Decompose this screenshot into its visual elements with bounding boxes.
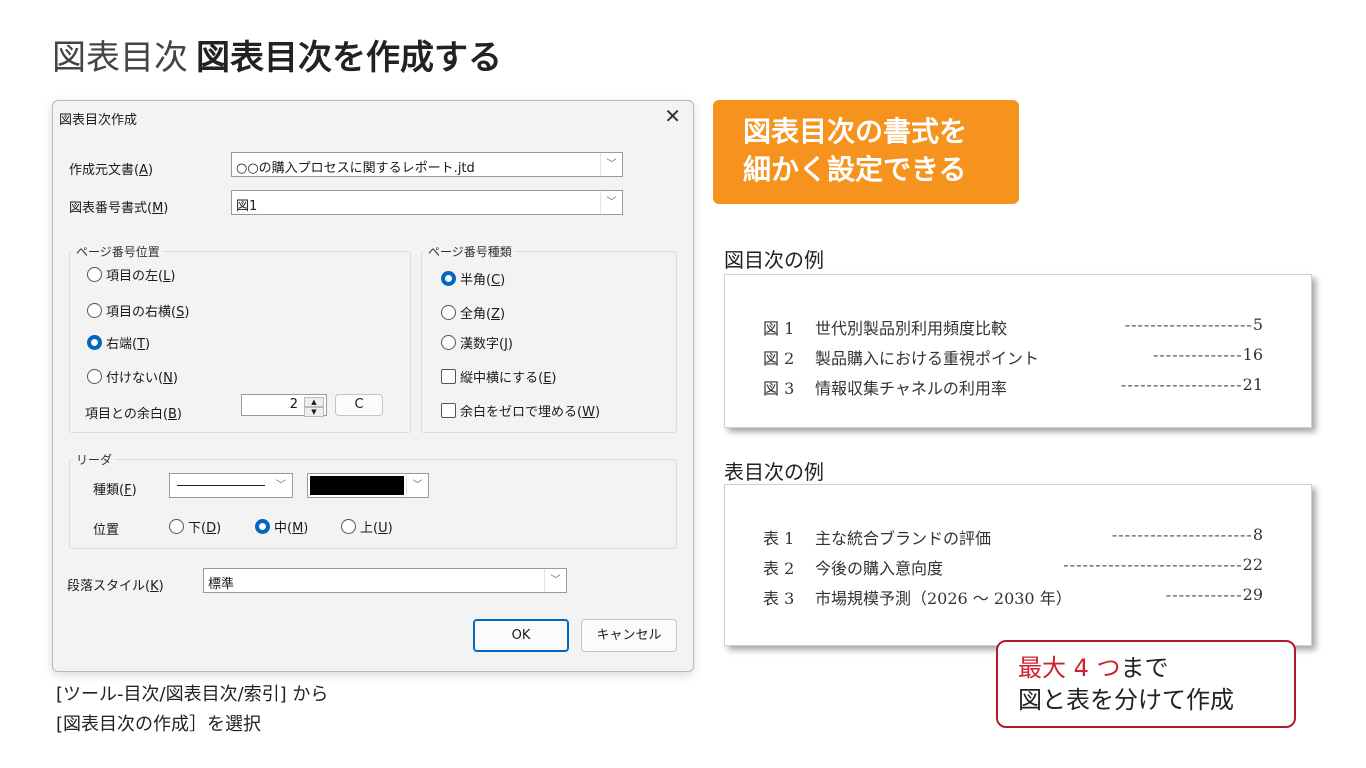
toc-row: 図 2 製品購入における重視ポイント -------------- 16	[763, 345, 1263, 368]
callout-red-line-1: 最大 4 つまで	[1018, 654, 1169, 682]
radio-leader-top[interactable]: 上(U)	[341, 517, 393, 536]
radio-icon	[169, 519, 184, 534]
dialog-title: 図表目次作成	[59, 113, 138, 128]
checkbox-tatechuyoko[interactable]: 縦中横にする(E)	[441, 367, 557, 386]
radio-leader-middle[interactable]: 中(M)	[255, 517, 308, 536]
source-doc-value: ○○の購入プロセスに関するレポート.jtd	[236, 161, 475, 176]
chevron-down-icon[interactable]: ﹀	[600, 191, 622, 214]
radio-none[interactable]: 付けない(N)	[87, 367, 178, 386]
radio-icon	[441, 305, 456, 320]
paragraph-style-value: 標準	[208, 577, 235, 592]
caption-format-select[interactable]: 図1 ﹀	[231, 190, 623, 215]
leader-position-label: 位置	[93, 523, 120, 538]
max-count-callout: 最大 4 つまで 図と表を分けて作成	[996, 640, 1296, 728]
paragraph-style-label: 段落スタイル(K)	[67, 579, 164, 594]
radio-fullwidth[interactable]: 全角(Z)	[441, 303, 505, 322]
table-toc-heading: 表目次の例	[724, 460, 824, 484]
radio-right-beside[interactable]: 項目の右横(S)	[87, 301, 189, 320]
radio-kanji[interactable]: 漢数字(J)	[441, 333, 513, 352]
radio-right-edge[interactable]: 右端(T)	[87, 333, 150, 352]
radio-icon	[341, 519, 356, 534]
instruction-caption: [ツール-目次/図表目次/索引] から [図表目次の作成］を選択	[56, 680, 328, 740]
leader-type-select[interactable]: ﹀	[169, 473, 293, 498]
toc-row: 表 1 主な統合ブランドの評価 ---------------------- 8	[763, 525, 1263, 548]
color-swatch	[310, 476, 404, 495]
margin-label: 項目との余白(B)	[85, 407, 182, 422]
ok-button[interactable]: OK	[473, 619, 569, 652]
line-style-sample	[177, 485, 265, 486]
chevron-down-icon[interactable]: ﹀	[544, 569, 566, 592]
caption-format-value: 図1	[236, 199, 258, 214]
toc-row: 図 1 世代別製品別利用頻度比較 -------------------- 5	[763, 315, 1263, 338]
radio-selected-icon	[255, 519, 270, 534]
leader-group-label: リーダ	[73, 451, 116, 468]
toc-row: 表 2 今後の購入意向度 ---------------------------- 2…	[763, 555, 1263, 578]
caption-line-2: [図表目次の作成］を選択	[56, 714, 262, 735]
checkbox-icon	[441, 403, 456, 418]
chevron-up-icon[interactable]: ▲	[304, 397, 324, 407]
margin-value: 2	[289, 397, 298, 412]
page-title-light: 図表目次	[52, 38, 188, 78]
figure-toc-heading: 図目次の例	[724, 248, 824, 272]
checkbox-zero-fill[interactable]: 余白をゼロで埋める(W)	[441, 401, 600, 420]
radio-icon	[87, 369, 102, 384]
page-title: 図表目次 図表目次を作成する	[52, 30, 502, 79]
close-icon[interactable]: ✕	[664, 104, 681, 128]
page-type-group-label: ページ番号種類	[425, 243, 515, 260]
radio-icon	[441, 335, 456, 350]
callout-line-1: 図表目次の書式を	[743, 115, 968, 148]
unit-button[interactable]: C	[335, 394, 383, 416]
radio-left[interactable]: 項目の左(L)	[87, 265, 175, 284]
callout-red-line-2: 図と表を分けて作成	[1018, 686, 1234, 714]
leader-color-select[interactable]: ﹀	[307, 473, 429, 498]
toc-row: 図 3 情報収集チャネルの利用率 ------------------- 21	[763, 375, 1263, 398]
checkbox-icon	[441, 369, 456, 384]
margin-stepper[interactable]: 2 ▲ ▼	[241, 394, 327, 417]
source-doc-select[interactable]: ○○の購入プロセスに関するレポート.jtd ﹀	[231, 152, 623, 177]
leader-type-label: 種類(F)	[93, 483, 137, 498]
caption-format-label: 図表番号書式(M)	[69, 201, 169, 216]
cancel-button[interactable]: キャンセル	[581, 619, 677, 652]
radio-icon	[87, 267, 102, 282]
figure-toc-example: 図 1 世代別製品別利用頻度比較 -------------------- 5 図 2…	[724, 274, 1312, 428]
source-doc-label: 作成元文書(A)	[69, 163, 154, 178]
feature-callout: 図表目次の書式を 細かく設定できる	[713, 100, 1019, 204]
radio-selected-icon	[441, 271, 456, 286]
page-title-bold: 図表目次を作成する	[196, 38, 502, 78]
chevron-down-icon[interactable]: ﹀	[270, 474, 292, 497]
radio-icon	[87, 303, 102, 318]
table-toc-example: 表 1 主な統合ブランドの評価 ---------------------- 8 表 …	[724, 484, 1312, 646]
page-position-group-label: ページ番号位置	[73, 243, 163, 260]
caption-line-1: [ツール-目次/図表目次/索引] から	[56, 684, 329, 705]
radio-leader-bottom[interactable]: 下(D)	[169, 517, 221, 536]
radio-halfwidth[interactable]: 半角(C)	[441, 269, 505, 288]
chevron-down-icon[interactable]: ﹀	[406, 474, 428, 497]
radio-selected-icon	[87, 335, 102, 350]
toc-row: 表 3 市場規模予測（2026 〜 2030 年） ------------ 29	[763, 585, 1263, 608]
chevron-down-icon[interactable]: ▼	[304, 407, 324, 417]
callout-line-2: 細かく設定できる	[743, 153, 967, 186]
toc-dialog: 図表目次作成 ✕ 作成元文書(A) ○○の購入プロセスに関するレポート.jtd …	[52, 100, 694, 672]
chevron-down-icon[interactable]: ﹀	[600, 153, 622, 176]
paragraph-style-select[interactable]: 標準 ﹀	[203, 568, 567, 593]
